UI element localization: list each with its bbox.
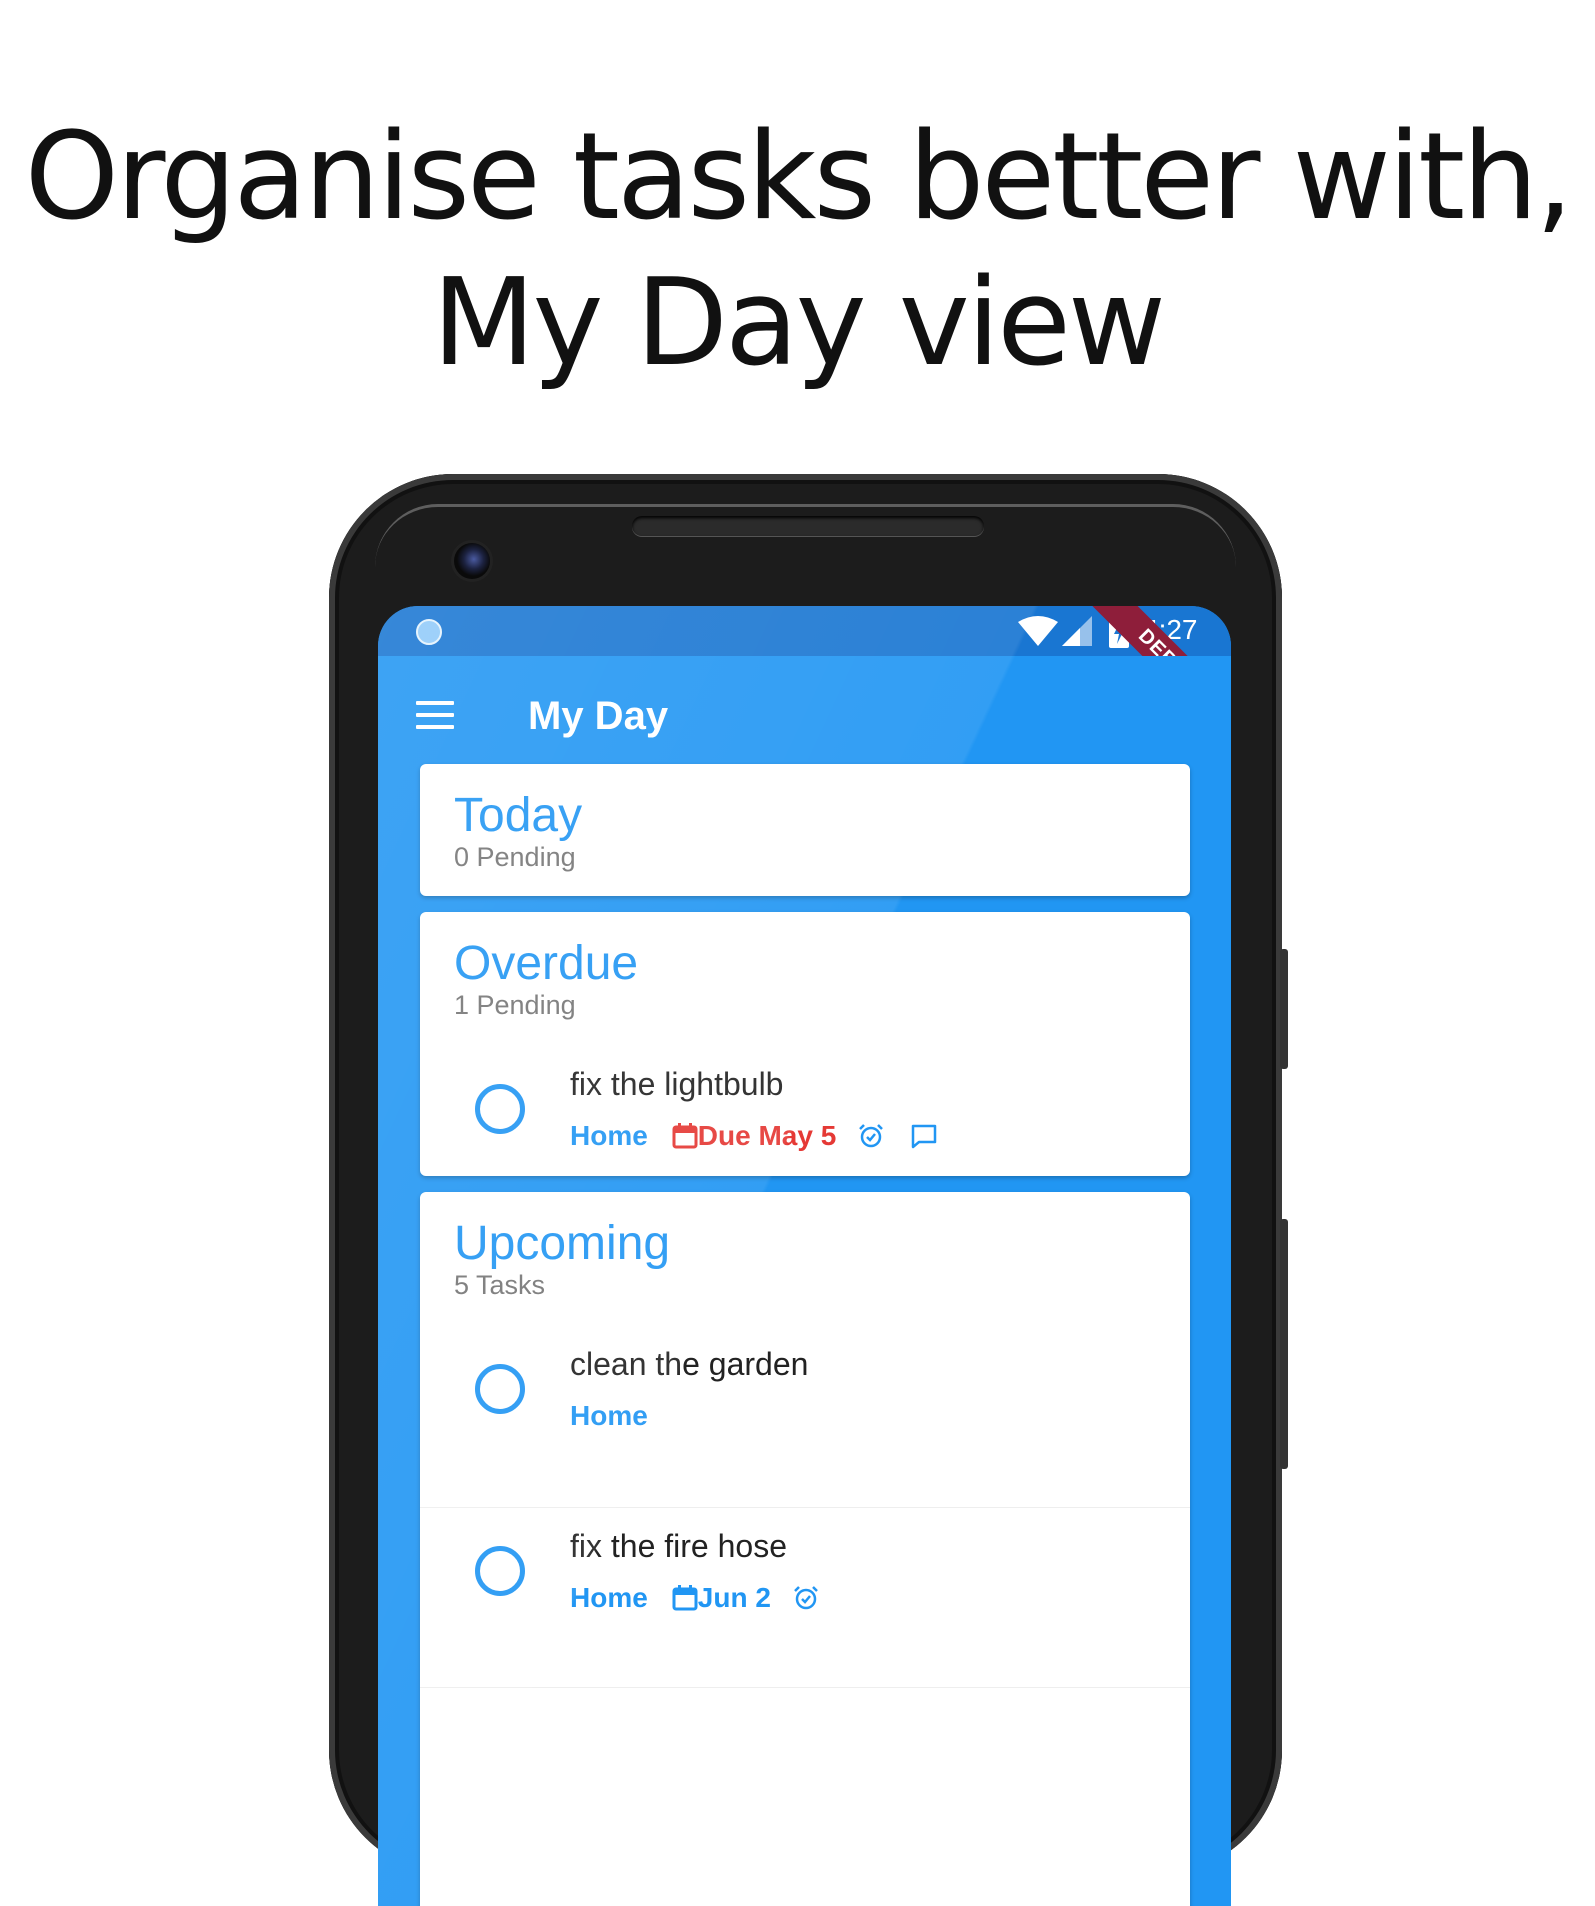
section-card-today[interactable]: Today 0 Pending bbox=[420, 764, 1190, 896]
calendar-icon bbox=[672, 1585, 698, 1611]
wifi-icon bbox=[1018, 616, 1058, 646]
task-due-date: Due May 5 bbox=[672, 1120, 837, 1152]
phone-frame: 4:27 DEBUG My Day Today 0 Pending Overdu… bbox=[329, 474, 1288, 1906]
notification-dot-icon bbox=[416, 619, 442, 645]
task-item[interactable]: fix the lightbulb Home Due May 5 bbox=[420, 1012, 1190, 1176]
section-title: Today bbox=[454, 789, 583, 842]
task-complete-checkbox[interactable] bbox=[475, 1546, 525, 1596]
task-project[interactable]: Home bbox=[570, 1582, 648, 1614]
headline-line-1: Organise tasks better with, bbox=[24, 108, 1574, 247]
task-title: fix the lightbulb bbox=[570, 1066, 784, 1102]
app-bar: My Day bbox=[378, 656, 1231, 780]
app-title: My Day bbox=[528, 694, 669, 738]
comment-icon bbox=[910, 1123, 938, 1149]
task-meta: Home Jun 2 bbox=[570, 1578, 845, 1618]
task-title: clean the garden bbox=[570, 1346, 809, 1382]
calendar-icon bbox=[672, 1123, 698, 1149]
hamburger-icon[interactable] bbox=[416, 701, 454, 731]
section-card-overdue[interactable]: Overdue 1 Pending fix the lightbulb Home… bbox=[420, 912, 1190, 1176]
task-due-label: Jun 2 bbox=[697, 1582, 771, 1613]
alarm-icon bbox=[793, 1585, 819, 1611]
volume-button bbox=[1280, 949, 1288, 1069]
task-project[interactable]: Home bbox=[570, 1120, 648, 1152]
task-meta: Home Due May 5 bbox=[570, 1116, 964, 1156]
section-subtitle: 0 Pending bbox=[454, 842, 576, 872]
task-project[interactable]: Home bbox=[570, 1400, 648, 1432]
task-complete-checkbox[interactable] bbox=[475, 1364, 525, 1414]
headline-line-2: My Day view bbox=[431, 254, 1166, 393]
task-due-label: Due May 5 bbox=[697, 1120, 837, 1151]
task-item[interactable]: clean the garden Home bbox=[420, 1292, 1190, 1472]
section-card-upcoming[interactable]: Upcoming 5 Tasks clean the garden Home f… bbox=[420, 1192, 1190, 1906]
task-complete-checkbox[interactable] bbox=[475, 1084, 525, 1134]
section-title: Upcoming bbox=[454, 1217, 671, 1270]
section-title: Overdue bbox=[454, 937, 639, 990]
signal-icon bbox=[1062, 616, 1092, 646]
front-camera bbox=[454, 543, 490, 579]
task-divider bbox=[420, 1687, 1190, 1688]
task-due-date: Jun 2 bbox=[672, 1582, 771, 1614]
promo-headline: Organise tasks better with, My Day view bbox=[0, 105, 1595, 397]
phone-speaker bbox=[632, 516, 984, 536]
power-button bbox=[1280, 1219, 1288, 1469]
alarm-icon bbox=[858, 1123, 884, 1149]
app-screen: 4:27 DEBUG My Day Today 0 Pending Overdu… bbox=[378, 606, 1231, 1906]
task-meta: Home bbox=[570, 1396, 672, 1436]
task-title: fix the fire hose bbox=[570, 1528, 787, 1564]
task-item[interactable]: fix the fire hose Home Jun 2 bbox=[420, 1472, 1190, 1652]
